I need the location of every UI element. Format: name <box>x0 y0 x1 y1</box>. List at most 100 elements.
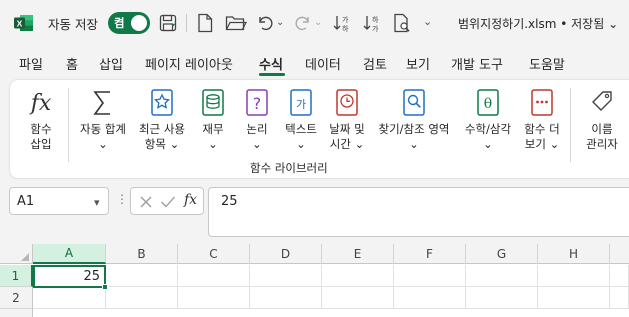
logical-dropdown: ⌄ <box>252 137 262 151</box>
math-trig-button[interactable]: θ 수학/삼각 ⌄ <box>460 86 516 156</box>
cell-b1[interactable] <box>106 265 178 287</box>
cell-e1[interactable] <box>322 265 394 287</box>
cell-d1[interactable] <box>250 265 322 287</box>
insert-function-fx-button[interactable]: fx <box>184 192 197 208</box>
cell-a2[interactable] <box>33 287 106 309</box>
sort-descending-icon[interactable]: 하 가 <box>362 13 382 33</box>
redo-icon[interactable] <box>294 14 312 32</box>
worksheet-grid: A B C D E F G H 1 2 25 <box>0 244 629 317</box>
formula-value: 25 <box>221 194 238 209</box>
financial-button[interactable]: 재무 ⌄ <box>196 86 230 156</box>
lookup-reference-button[interactable]: 찾기/참조 영역 ⌄ <box>372 86 456 156</box>
cell-e2[interactable] <box>322 287 394 309</box>
tab-developer[interactable]: 개발 도구 <box>451 54 503 73</box>
column-header-e[interactable]: E <box>322 244 394 264</box>
cell-c1[interactable] <box>178 265 250 287</box>
autosum-label: 자동 합계 <box>80 122 126 136</box>
lookup-book-icon <box>403 89 425 116</box>
cell-i1[interactable] <box>610 265 629 287</box>
tab-formulas[interactable]: 수식 <box>259 54 283 73</box>
row-header-1[interactable]: 1 <box>0 265 33 287</box>
more-functions-icon <box>531 89 553 116</box>
new-file-icon[interactable] <box>196 13 214 33</box>
tab-insert[interactable]: 삽입 <box>99 54 123 73</box>
column-header-g[interactable]: G <box>466 244 538 264</box>
logical-button[interactable]: ? 논리 ⌄ <box>240 86 274 156</box>
name-box[interactable]: A1 ▾ <box>9 187 109 215</box>
tab-file[interactable]: 파일 <box>19 54 43 73</box>
more-functions-label-2: 보기 ⌄ <box>524 137 560 151</box>
undo-dropdown-icon[interactable]: ⌄ <box>276 17 284 28</box>
cell-h1[interactable] <box>538 265 610 287</box>
undo-icon[interactable] <box>256 14 274 32</box>
lookup-reference-label: 찾기/참조 영역 <box>378 122 450 136</box>
row-header-3[interactable] <box>0 309 33 317</box>
name-manager-button[interactable]: 이름 관리자 <box>582 86 622 156</box>
recently-used-button[interactable]: 최근 사용 항목 ⌄ <box>136 86 188 156</box>
tab-help[interactable]: 도움말 <box>529 54 565 73</box>
document-title[interactable]: 범위지정하기.xlsm • 저장됨 ⌄ <box>458 15 618 32</box>
formula-bar-grip-icon[interactable]: ⋮ <box>116 192 128 206</box>
cell-d2[interactable] <box>250 287 322 309</box>
column-header-i[interactable] <box>610 244 629 264</box>
svg-text:X: X <box>17 18 23 28</box>
recently-used-label-2: 항목 ⌄ <box>144 137 180 151</box>
math-book-icon: θ <box>477 89 499 116</box>
print-preview-icon[interactable] <box>392 13 412 33</box>
tab-page-layout[interactable]: 페이지 레이아웃 <box>145 54 233 73</box>
cell-g1[interactable] <box>466 265 538 287</box>
tab-review[interactable]: 검토 <box>363 54 387 73</box>
active-cell-a1[interactable]: 25 <box>33 265 108 290</box>
cell-f1[interactable] <box>394 265 466 287</box>
cell-h2[interactable] <box>538 287 610 309</box>
select-all-button[interactable] <box>0 244 33 264</box>
name-manager-icon <box>592 91 612 111</box>
enter-icon[interactable] <box>160 195 176 209</box>
text-button[interactable]: 가 텍스트 ⌄ <box>282 86 320 156</box>
cancel-icon[interactable] <box>139 195 153 209</box>
svg-text:?: ? <box>253 94 262 113</box>
cell-a1-value: 25 <box>83 269 100 284</box>
more-functions-button[interactable]: 함수 더 보기 ⌄ <box>522 86 562 156</box>
chevron-down-icon[interactable]: ▾ <box>94 196 100 209</box>
more-functions-label-1: 함수 더 <box>524 122 560 136</box>
cell-f2[interactable] <box>394 287 466 309</box>
autosum-button[interactable]: 자동 합계 ⌄ <box>76 86 130 156</box>
text-book-icon: 가 <box>290 89 312 116</box>
column-header-a[interactable]: A <box>33 244 106 264</box>
customize-toolbar-icon[interactable]: ⌄ <box>423 15 432 28</box>
redo-dropdown-icon[interactable]: ⌄ <box>314 17 322 28</box>
cell-c2[interactable] <box>178 287 250 309</box>
sigma-icon <box>93 91 110 115</box>
math-trig-label: 수학/삼각 <box>464 122 512 136</box>
save-icon[interactable] <box>158 13 178 33</box>
ribbon-panel: fx 함수 삽입 자동 합계 ⌄ 최근 사용 항목 ⌄ 재무 ⌄ ? 논리 ⌄ … <box>10 80 629 178</box>
autosave-state: 켬 <box>114 16 125 30</box>
column-header-f[interactable]: F <box>394 244 466 264</box>
autosave-toggle[interactable]: 켬 <box>108 12 150 34</box>
tab-data[interactable]: 데이터 <box>305 54 341 73</box>
cell-b2[interactable] <box>106 287 178 309</box>
cell-g2[interactable] <box>466 287 538 309</box>
column-header-h[interactable]: H <box>538 244 610 264</box>
sort-ascending-icon[interactable]: 가 하 <box>332 13 352 33</box>
tab-view[interactable]: 보기 <box>406 54 430 73</box>
logic-book-icon: ? <box>246 89 268 116</box>
autosum-dropdown: ⌄ <box>98 137 108 151</box>
insert-function-button[interactable]: fx 함수 삽입 <box>22 86 60 156</box>
autosave-label: 자동 저장 <box>48 17 98 32</box>
formula-input[interactable]: 25 <box>208 187 629 237</box>
column-header-d[interactable]: D <box>250 244 322 264</box>
open-folder-icon[interactable] <box>225 14 247 32</box>
name-manager-label-1: 이름 <box>591 122 613 136</box>
fill-handle[interactable] <box>102 284 108 290</box>
toolbar-divider <box>186 14 187 32</box>
tab-home[interactable]: 홈 <box>66 54 78 73</box>
column-header-c[interactable]: C <box>178 244 250 264</box>
column-header-b[interactable]: B <box>106 244 178 264</box>
date-time-button[interactable]: 날짜 및 시간 ⌄ <box>328 86 366 156</box>
excel-logo-icon: X <box>14 15 33 31</box>
finance-book-icon <box>202 89 224 116</box>
row-header-2[interactable]: 2 <box>0 287 33 309</box>
cell-i2[interactable] <box>610 287 629 309</box>
